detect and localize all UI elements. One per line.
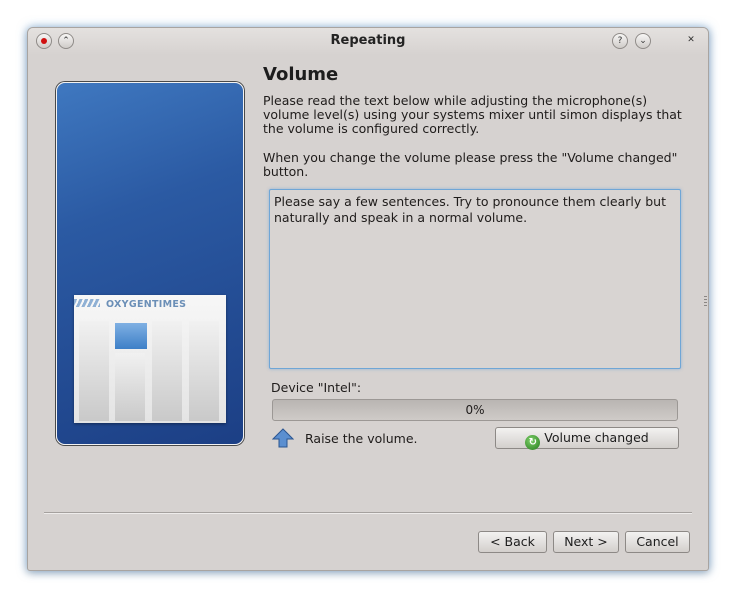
page-heading: Volume	[263, 64, 339, 85]
newspaper-column	[152, 321, 182, 421]
wizard-side-image: OXYGENTIMES	[56, 82, 244, 445]
newspaper-illustration: OXYGENTIMES	[74, 295, 226, 423]
logo-stripe	[74, 299, 100, 307]
next-button[interactable]: Next >	[553, 531, 619, 553]
separator-line	[44, 512, 692, 514]
newspaper-column	[115, 353, 145, 421]
volume-changed-label: Volume changed	[544, 430, 649, 445]
arrow-up-icon	[272, 428, 294, 448]
close-icon[interactable]: ✕	[684, 33, 698, 47]
window-title: Repeating	[330, 33, 406, 48]
shade-icon[interactable]: ⌄	[635, 33, 651, 49]
instructions-text: Please read the text below while adjusti…	[263, 93, 682, 136]
newspaper-column	[79, 321, 109, 421]
splitter-handle[interactable]	[704, 296, 707, 306]
dialog-window: ⌃ Repeating ? ⌄ ✕ OXYGENTIMES Volume Ple…	[27, 27, 709, 571]
volume-changed-button[interactable]: ↻ Volume changed	[495, 427, 679, 450]
volume-level-text: 0%	[465, 403, 485, 417]
sample-text-box[interactable]: Please say a few sentences. Try to prono…	[269, 189, 681, 369]
newspaper-logo-text: OXYGENTIMES	[106, 299, 187, 310]
newspaper-photo	[115, 323, 147, 349]
sample-text: Please say a few sentences. Try to prono…	[274, 194, 666, 225]
back-button[interactable]: < Back	[478, 531, 547, 553]
volume-changed-hint: When you change the volume please press …	[263, 150, 678, 179]
refresh-icon: ↻	[525, 435, 541, 450]
volume-level-bar: 0%	[272, 399, 678, 421]
cancel-button[interactable]: Cancel	[625, 531, 690, 553]
title-bar[interactable]: ⌃ Repeating ? ⌄ ✕	[28, 28, 708, 55]
newspaper-column	[189, 321, 219, 421]
volume-advice-text: Raise the volume.	[305, 431, 418, 446]
device-label: Device "Intel":	[271, 380, 362, 395]
help-icon[interactable]: ?	[612, 33, 628, 49]
